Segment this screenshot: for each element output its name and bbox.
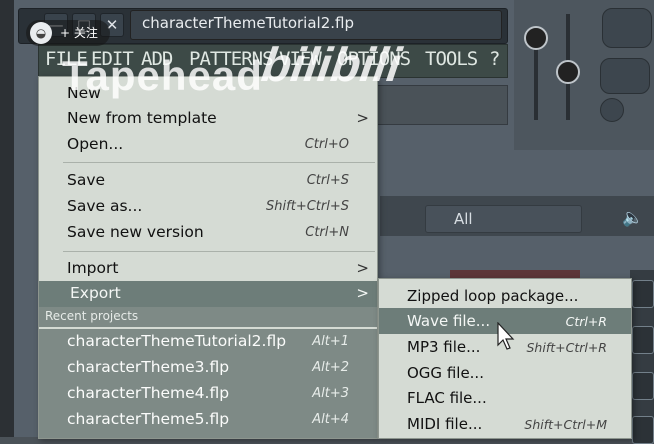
menu-item-label: Save new version xyxy=(67,223,204,241)
channel-watermark: Tapehead xyxy=(62,52,263,99)
menu-item-label: MIDI file... xyxy=(407,415,483,433)
channel-button[interactable] xyxy=(632,372,654,400)
menu-item-export[interactable]: Export > xyxy=(39,281,377,307)
recent-project-name: characterThemeTutorial2.flp xyxy=(67,332,287,350)
master-volume-knob[interactable] xyxy=(524,26,548,50)
speaker-icon[interactable]: 🔈 xyxy=(622,208,643,228)
submenu-arrow-icon: > xyxy=(356,284,369,302)
menu-item-save-as[interactable]: Save as... Shift+Ctrl+S xyxy=(39,194,377,220)
menu-tools[interactable]: TOOLS xyxy=(425,48,478,70)
channel-button[interactable] xyxy=(632,280,654,308)
browser-filter-select[interactable] xyxy=(425,205,582,233)
left-edge xyxy=(0,0,14,437)
menu-item-shortcut: Ctrl+S xyxy=(306,173,349,188)
menu-item-label: Wave file... xyxy=(407,312,491,330)
recent-projects-header: Recent projects xyxy=(39,307,377,327)
recent-project-shortcut: Alt+4 xyxy=(312,412,349,427)
recent-project-item[interactable]: characterTheme3.flp Alt+2 xyxy=(39,355,377,381)
recent-project-name: characterTheme4.flp xyxy=(67,384,230,402)
menu-item-save-new-version[interactable]: Save new version Ctrl+N xyxy=(39,220,377,246)
recent-project-item[interactable]: characterTheme5.flp Alt+4 xyxy=(39,407,377,438)
recent-project-item[interactable]: characterTheme4.flp Alt+3 xyxy=(39,381,377,407)
recent-project-item[interactable]: characterThemeTutorial2.flp Alt+1 xyxy=(39,329,377,355)
menu-item-shortcut: Shift+Ctrl+S xyxy=(266,199,349,214)
export-flac-file[interactable]: FLAC file... xyxy=(379,385,631,411)
menu-item-label: Export xyxy=(70,284,121,302)
recent-project-shortcut: Alt+2 xyxy=(312,360,349,375)
project-title: characterThemeTutorial2.flp xyxy=(142,14,354,32)
menu-item-label: Save xyxy=(67,171,106,189)
menu-item-label: FLAC file... xyxy=(407,389,487,407)
loop-button[interactable] xyxy=(600,58,650,94)
menu-item-save[interactable]: Save Ctrl+S xyxy=(39,168,377,194)
menu-help[interactable]: ? xyxy=(489,48,500,70)
recent-project-name: characterTheme3.flp xyxy=(67,358,230,376)
channel-avatar-icon: ◒ xyxy=(30,22,52,44)
menu-item-label: Zipped loop package... xyxy=(407,287,579,305)
submenu-arrow-icon: > xyxy=(356,259,369,277)
menu-item-label: New from template xyxy=(67,109,217,127)
menu-item-label: Open... xyxy=(67,135,124,153)
menu-separator xyxy=(63,251,375,252)
master-pitch-knob[interactable] xyxy=(556,60,580,84)
menu-separator xyxy=(63,162,375,163)
tempo-knob[interactable] xyxy=(600,98,624,122)
menu-item-new-from-template[interactable]: New from template > xyxy=(39,106,377,132)
export-zipped-loop-package[interactable]: Zipped loop package... xyxy=(379,283,631,309)
follow-button-label[interactable]: + 关注 xyxy=(60,24,98,41)
menu-item-shortcut: Ctrl+O xyxy=(304,137,349,152)
menu-item-label: OGG file... xyxy=(407,364,484,382)
browser-filter-value: All xyxy=(454,210,473,228)
mouse-cursor-icon xyxy=(497,322,515,350)
recent-project-name: characterTheme5.flp xyxy=(67,410,230,428)
channel-button[interactable] xyxy=(632,416,654,444)
playlist-clip xyxy=(450,270,580,278)
menu-item-shortcut: Shift+Ctrl+M xyxy=(524,417,607,432)
recent-projects-title: Recent projects xyxy=(45,309,139,323)
export-midi-file[interactable]: MIDI file... Shift+Ctrl+M xyxy=(379,411,631,437)
menu-item-label: Save as... xyxy=(67,197,143,215)
export-submenu: Zipped loop package... Wave file... Ctrl… xyxy=(378,278,632,439)
channel-button[interactable] xyxy=(632,326,654,354)
metronome-button[interactable] xyxy=(602,8,652,48)
file-menu: New New from template > Open... Ctrl+O S… xyxy=(38,76,378,439)
export-ogg-file[interactable]: OGG file... xyxy=(379,360,631,386)
menu-item-import[interactable]: Import > xyxy=(39,256,377,282)
menu-item-shortcut: Ctrl+N xyxy=(305,225,349,240)
menu-item-shortcut: Shift+Ctrl+R xyxy=(526,340,607,355)
recent-project-shortcut: Alt+1 xyxy=(312,334,349,349)
bilibili-logo: bilibili xyxy=(258,39,405,92)
menu-item-shortcut: Ctrl+R xyxy=(565,314,607,329)
submenu-arrow-icon: > xyxy=(356,109,369,127)
menu-item-label: Import xyxy=(67,259,119,277)
menu-item-open[interactable]: Open... Ctrl+O xyxy=(39,132,377,158)
recent-project-shortcut: Alt+3 xyxy=(312,386,349,401)
menu-item-label: MP3 file... xyxy=(407,338,481,356)
